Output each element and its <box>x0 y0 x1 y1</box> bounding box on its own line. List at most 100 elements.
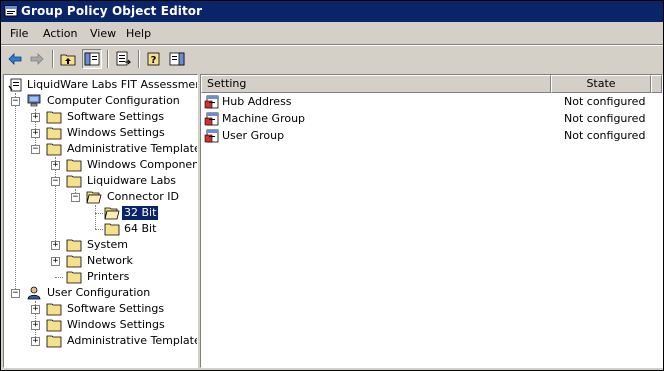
column-header-filler <box>651 75 662 93</box>
tree-item-liquidware-labs[interactable]: − Liquidware Labs <box>4 173 197 189</box>
tree-item-software-settings[interactable]: + Software Settings <box>4 109 197 125</box>
tree-label: Windows Components <box>87 158 198 171</box>
tree-label-selected: 32 Bit <box>120 205 160 221</box>
toolbar-separator <box>107 50 109 68</box>
tree-item-user-configuration[interactable]: − User Configuration <box>4 285 197 301</box>
expand-toggle[interactable]: + <box>31 129 40 138</box>
tree-label: 64 Bit <box>124 222 157 235</box>
toolbar-separator <box>52 50 54 68</box>
tree-item-user-software-settings[interactable]: + Software Settings <box>4 301 197 317</box>
folder-icon <box>46 127 62 140</box>
console-tree-icon <box>84 52 100 66</box>
help-icon: ? <box>147 52 160 66</box>
tree-item-computer-configuration[interactable]: − Computer Configuration <box>4 93 197 109</box>
setting-name: Machine Group <box>222 112 306 125</box>
folder-icon <box>66 271 82 284</box>
tree-item-user-windows-settings[interactable]: + Windows Settings <box>4 317 197 333</box>
tree-item-connector-id[interactable]: − Connector ID <box>4 189 197 205</box>
tree-item-windows-components[interactable]: + Windows Components <box>4 157 198 173</box>
tree-item-windows-settings[interactable]: + Windows Settings <box>4 125 197 141</box>
list-row[interactable]: Hub Address Not configured <box>201 94 662 111</box>
expand-toggle[interactable]: + <box>31 321 40 330</box>
tree-label: Printers <box>87 270 130 283</box>
menu-help[interactable]: Help <box>126 27 151 40</box>
tree-label: Administrative Templates <box>67 142 198 155</box>
show-hide-tree-button[interactable] <box>82 49 102 69</box>
menu-bar: File Action View Help <box>1 24 663 44</box>
back-arrow-icon <box>8 53 22 65</box>
tree-label: Windows Settings <box>67 318 165 331</box>
folder-icon <box>46 335 62 348</box>
export-list-button[interactable] <box>113 49 133 69</box>
expand-toggle[interactable]: + <box>51 161 60 170</box>
folder-up-icon <box>60 54 76 66</box>
tree-item-system[interactable]: + System <box>4 237 197 253</box>
tree-label: User Configuration <box>47 286 151 299</box>
tree-item-32-bit[interactable]: 32 Bit <box>4 205 197 221</box>
collapse-toggle[interactable]: − <box>31 145 40 154</box>
tree-label: Network <box>87 254 133 267</box>
collapse-toggle[interactable]: − <box>71 193 80 202</box>
expand-toggle[interactable]: + <box>31 337 40 346</box>
folder-icon <box>46 143 62 156</box>
open-folder-icon <box>104 207 120 220</box>
back-button[interactable] <box>5 49 25 69</box>
setting-name: User Group <box>222 129 285 142</box>
folder-icon <box>66 175 82 188</box>
toolbar: ? <box>1 46 663 72</box>
tree-label: Software Settings <box>67 302 165 315</box>
computer-icon <box>27 94 41 107</box>
svg-text:?: ? <box>151 55 157 66</box>
menu-file[interactable]: File <box>10 27 28 40</box>
setting-name: Hub Address <box>222 95 292 108</box>
user-icon <box>27 286 41 300</box>
folder-icon <box>104 223 120 236</box>
list-row[interactable]: User Group Not configured <box>201 128 662 145</box>
title-bar[interactable]: Group Policy Object Editor <box>1 1 663 22</box>
console-tree-pane[interactable]: LiquidWare Labs FIT Assessment [I − Comp… <box>3 74 198 368</box>
show-hide-action-pane-button[interactable] <box>167 49 187 69</box>
open-folder-icon <box>86 191 102 204</box>
policy-setting-icon <box>204 112 219 126</box>
forward-button[interactable] <box>27 49 47 69</box>
expand-toggle[interactable]: + <box>31 305 40 314</box>
collapse-toggle[interactable]: − <box>11 289 20 298</box>
column-header-state[interactable]: State <box>551 75 651 93</box>
window-title: Group Policy Object Editor <box>21 4 203 18</box>
folder-icon <box>66 239 82 252</box>
tree-item-root[interactable]: LiquidWare Labs FIT Assessment [I <box>4 77 197 93</box>
tree-item-printers[interactable]: Printers <box>4 269 197 285</box>
gpo-app-icon <box>4 5 18 17</box>
menu-action[interactable]: Action <box>43 27 77 40</box>
collapse-toggle[interactable]: − <box>11 97 20 106</box>
expand-toggle[interactable]: + <box>51 241 60 250</box>
column-header-setting[interactable]: Setting <box>201 75 551 93</box>
export-list-icon <box>116 51 131 66</box>
setting-state: Not configured <box>564 129 646 142</box>
tree-item-64-bit[interactable]: 64 Bit <box>4 221 197 237</box>
tree-item-network[interactable]: + Network <box>4 253 197 269</box>
tree-label: System <box>87 238 129 251</box>
up-one-level-button[interactable] <box>58 49 78 69</box>
gpo-editor-window: Group Policy Object Editor File Action V… <box>0 0 664 371</box>
tree-label: Software Settings <box>67 110 165 123</box>
tree-label: Liquidware Labs <box>87 174 177 187</box>
tree-item-user-administrative-templates[interactable]: + Administrative Templates <box>4 333 198 349</box>
tree-label: Administrative Templates <box>67 334 198 347</box>
collapse-toggle[interactable]: − <box>51 177 60 186</box>
folder-icon <box>46 319 62 332</box>
tree-label: Connector ID <box>107 190 179 203</box>
details-list-pane[interactable]: Setting State Hub Address Not configured… <box>200 74 663 368</box>
forward-arrow-icon <box>30 53 44 65</box>
help-button[interactable]: ? <box>144 49 164 69</box>
expand-toggle[interactable]: + <box>51 257 60 266</box>
tree-label: Computer Configuration <box>47 94 180 107</box>
tree-item-administrative-templates[interactable]: − Administrative Templates <box>4 141 198 157</box>
folder-icon <box>46 303 62 316</box>
expand-toggle[interactable]: + <box>31 113 40 122</box>
tree-label: Windows Settings <box>67 126 165 139</box>
policy-setting-icon <box>204 129 219 143</box>
menu-view[interactable]: View <box>90 27 116 40</box>
folder-icon <box>66 159 82 172</box>
list-row[interactable]: Machine Group Not configured <box>201 111 662 128</box>
